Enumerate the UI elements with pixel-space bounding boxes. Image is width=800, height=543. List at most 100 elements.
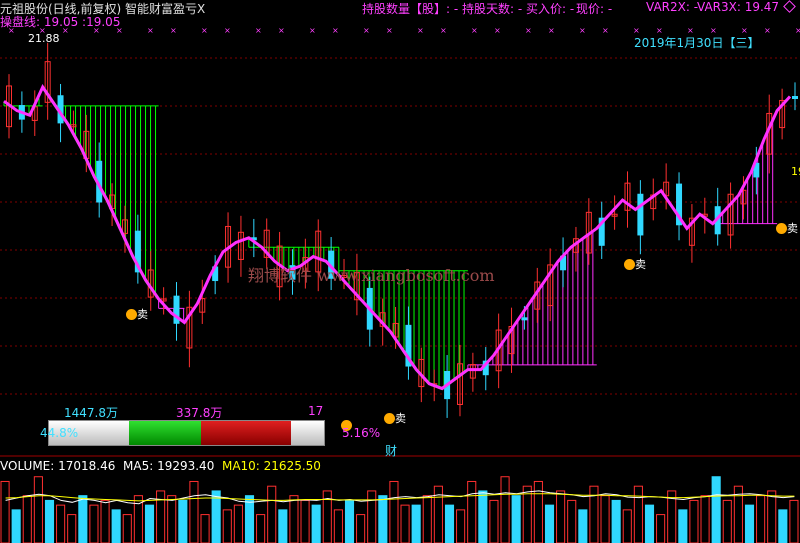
x-mark: ×	[440, 26, 447, 35]
x-mark: ×	[471, 26, 478, 35]
volume-bar	[89, 504, 99, 543]
volume-bar	[544, 504, 555, 543]
volume-bar	[689, 499, 699, 543]
volume-bar	[500, 476, 510, 543]
coin-icon	[776, 223, 787, 234]
volume-bar	[222, 509, 232, 543]
volume-bar	[489, 499, 499, 543]
volume-bar	[611, 499, 621, 543]
volume-bar	[189, 480, 199, 543]
volume-bar	[111, 509, 121, 543]
indicator-mid-value: 337.8万	[176, 406, 223, 420]
bar-segment-red	[201, 421, 291, 445]
volume-bar	[289, 495, 299, 543]
volume-bar	[44, 499, 55, 543]
volume-bar	[178, 499, 188, 543]
volume-bar	[144, 504, 155, 543]
indicator-right-value: 17	[308, 404, 324, 418]
x-mark: ×	[201, 26, 208, 35]
x-mark: ×	[656, 26, 663, 35]
x-mark: ×	[602, 26, 609, 35]
x-mark: ×	[386, 26, 393, 35]
x-mark: ×	[170, 26, 177, 35]
x-mark: ×	[147, 26, 154, 35]
volume-bar	[422, 495, 432, 543]
volume-bar	[356, 514, 366, 543]
finance-mark: 财	[385, 444, 398, 458]
volume-bar	[633, 485, 643, 543]
x-mark: ×	[224, 26, 231, 35]
volume-bar	[0, 480, 10, 543]
x-mark: ×	[62, 26, 69, 35]
x-mark: ×	[764, 26, 771, 35]
ma5-value: MA5: 19293.40	[123, 459, 215, 473]
candle-body	[637, 193, 644, 236]
volume-value: VOLUME: 17018.46	[0, 459, 116, 473]
volume-bar	[311, 504, 321, 543]
coin-icon	[126, 309, 137, 320]
pct-right: 5.16%	[342, 426, 381, 440]
x-mark: ×	[741, 26, 748, 35]
volume-bar	[744, 504, 755, 543]
volume-bar	[244, 495, 255, 543]
coin-icon	[384, 413, 395, 424]
volume-bar	[200, 514, 210, 543]
volume-bar	[700, 495, 710, 543]
volume-bar	[333, 509, 343, 543]
candle-body	[521, 317, 528, 321]
volume-bar	[367, 490, 377, 543]
volume-bar	[722, 499, 732, 543]
x-mark: ×	[93, 26, 100, 35]
bar-segment-white-right	[291, 421, 324, 445]
volume-bar	[167, 495, 177, 543]
pct-left: 44.8%	[40, 426, 79, 440]
capital-flow-bar	[48, 420, 325, 446]
volume-bar	[344, 499, 355, 543]
watermark: 翔博软件 www.xiangbosoft.com	[248, 266, 495, 285]
x-mark: ×	[116, 26, 123, 35]
ma10-value: MA10: 21625.50	[221, 459, 321, 473]
volume-bar	[22, 495, 32, 543]
volume-bar	[644, 504, 655, 543]
x-mark: ×	[525, 26, 532, 35]
volume-bar	[378, 495, 388, 543]
volume-bar	[56, 504, 66, 543]
sell-mark-5: 卖	[776, 220, 798, 236]
volume-bar	[522, 485, 532, 543]
volume-bar	[556, 490, 566, 543]
x-mark: ×	[795, 26, 800, 35]
volume-bar	[767, 490, 777, 543]
volume-bar	[600, 495, 610, 543]
volume-bar	[456, 509, 466, 543]
volume-bar	[478, 490, 488, 543]
x-mark: ×	[255, 26, 262, 35]
volume-bar	[567, 499, 577, 543]
volume-bar	[389, 480, 399, 543]
bar-segment-green	[129, 421, 201, 445]
trend-line-magenta	[3, 84, 792, 391]
x-mark: ×	[710, 26, 717, 35]
x-mark: ×	[548, 26, 555, 35]
volume-bar	[256, 514, 266, 543]
x-mark: ×	[363, 26, 370, 35]
volume-bar	[756, 495, 766, 543]
volume-bar	[33, 476, 43, 543]
volume-bar	[100, 499, 110, 543]
volume-bar	[789, 499, 799, 543]
volume-bar	[300, 499, 310, 543]
x-mark: ×	[579, 26, 586, 35]
volume-bar	[578, 509, 588, 543]
volume-bar	[67, 514, 77, 543]
volume-bar	[411, 504, 421, 543]
x-mark: ×	[494, 26, 501, 35]
sell-mark-4: 卖	[624, 256, 646, 272]
volume-bar	[211, 490, 221, 543]
volume-bar	[278, 509, 288, 543]
sell-mark-1: 卖	[126, 306, 148, 322]
x-mark: ×	[39, 26, 46, 35]
indicator-left-value: 1447.8万	[64, 406, 118, 420]
x-mark: ×	[278, 26, 285, 35]
candle-body	[792, 96, 798, 100]
volume-bar	[78, 495, 88, 543]
volume-bar	[11, 509, 21, 543]
